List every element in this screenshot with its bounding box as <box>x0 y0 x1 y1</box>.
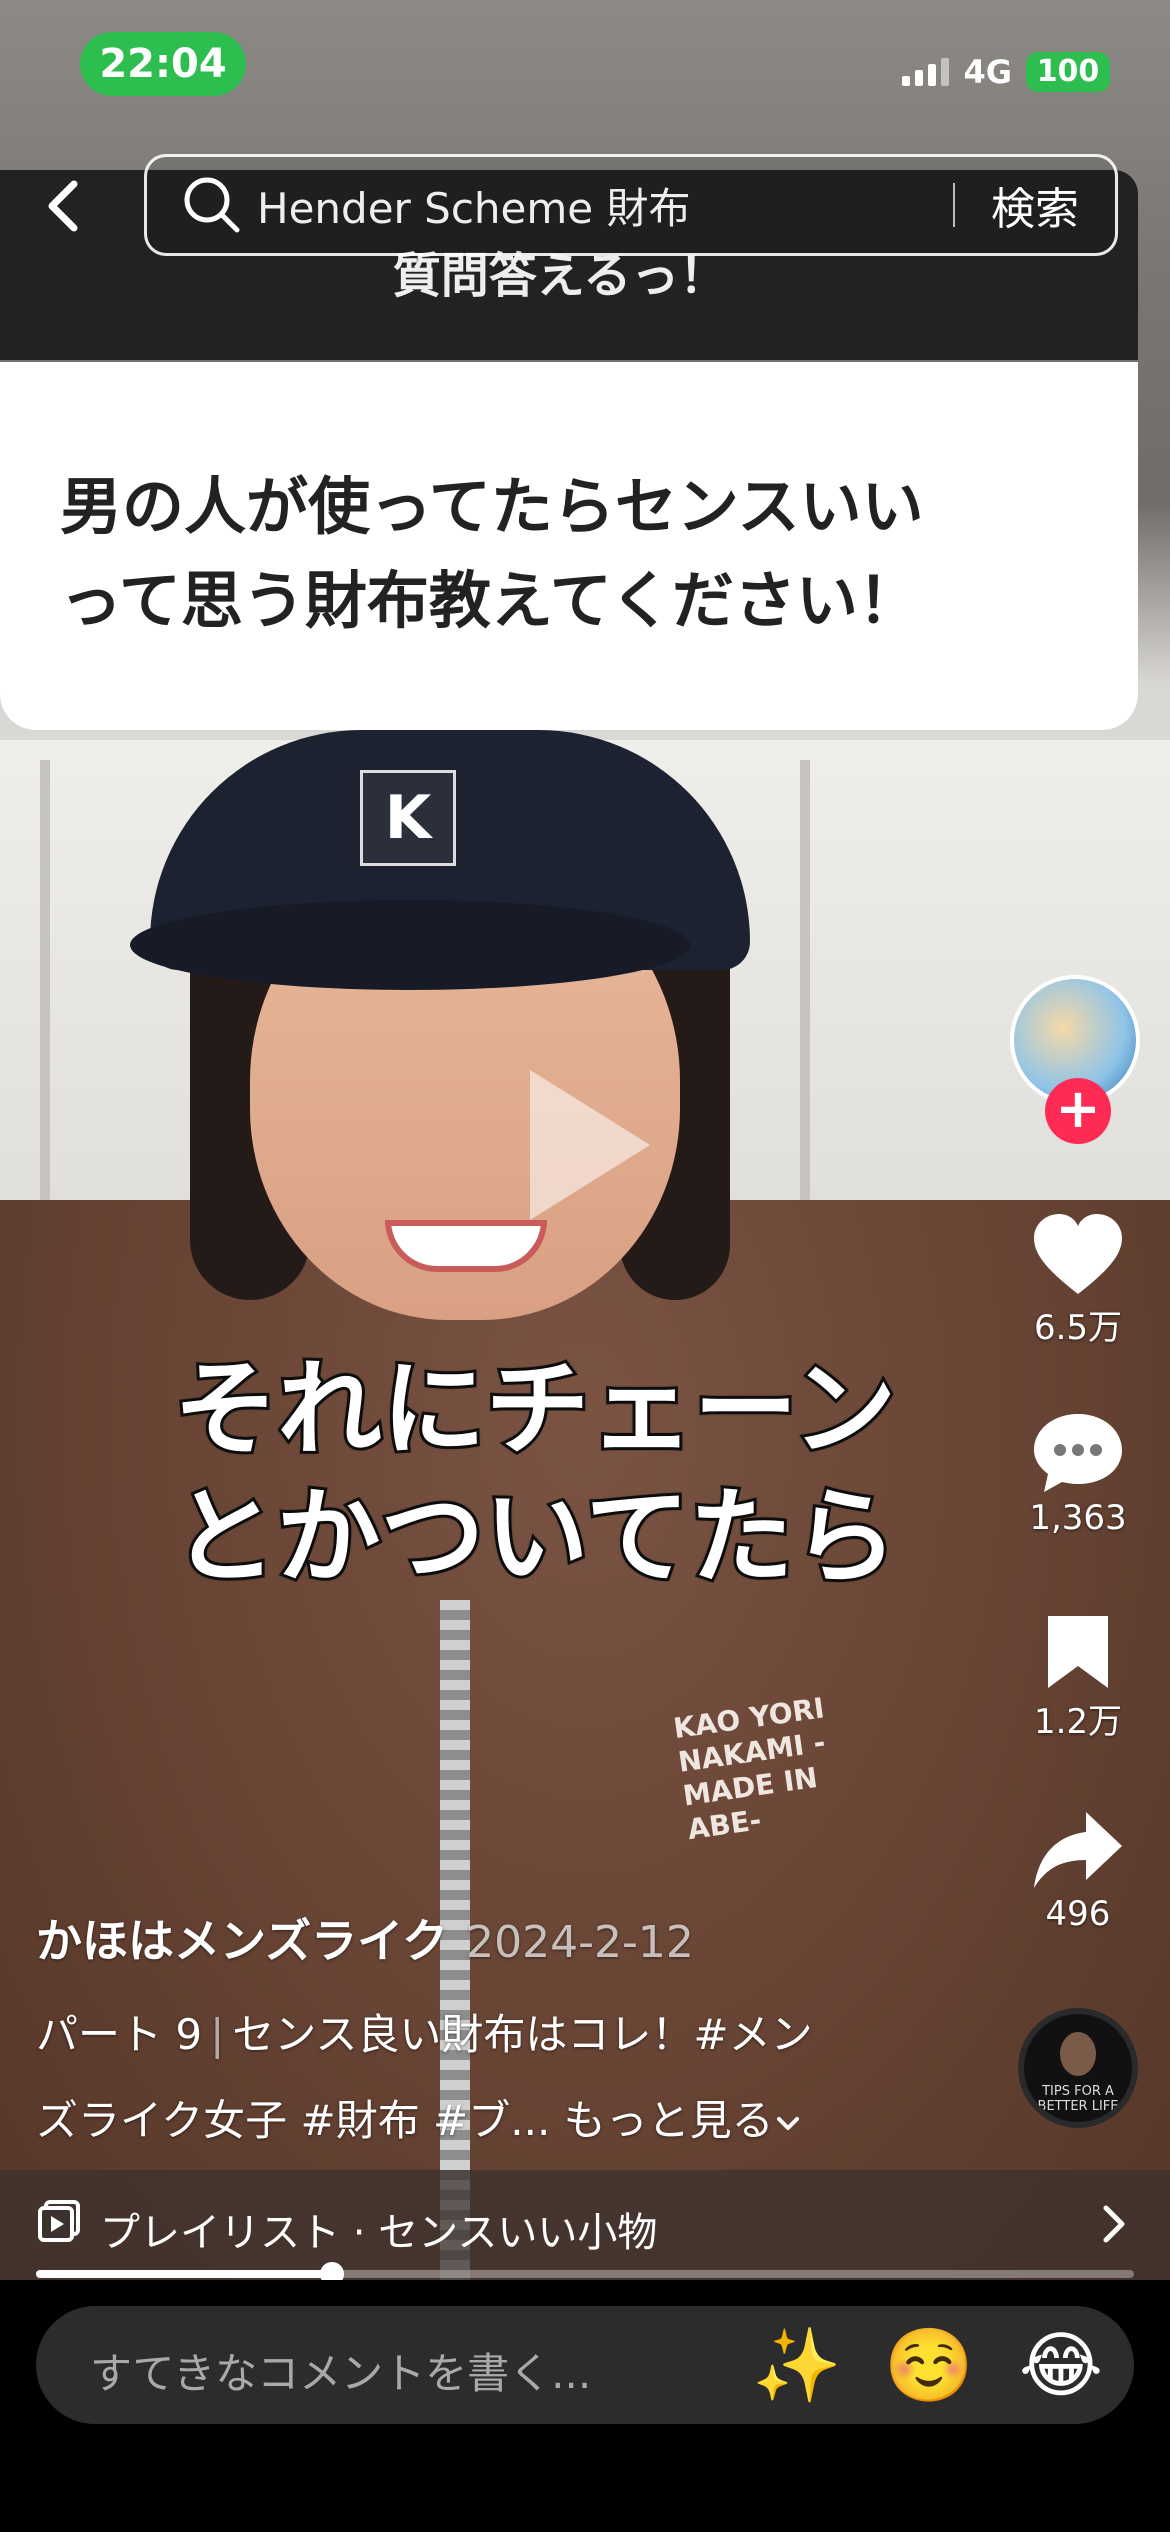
search-icon <box>184 177 240 233</box>
share-arrow-icon <box>1034 1812 1122 1888</box>
bookmark-icon <box>1048 1616 1108 1688</box>
music-disc-label: TIPS FOR A BETTER LIFE <box>1037 2084 1119 2114</box>
post-description[interactable]: パート 9 | センス良い財布はコレ！#メン ズライク女子 #財布 #ブ... もっ… <box>36 1992 936 2164</box>
see-more-link[interactable]: もっと見る <box>564 2096 774 2145</box>
search-bar[interactable]: Hender Scheme 財布 検索 <box>144 154 1118 256</box>
search-button[interactable]: 検索 <box>955 173 1115 237</box>
status-time: 22:04 <box>80 32 246 96</box>
question-card-text: 男の人が使ってたらセンスいい って思う財布教えてください！ <box>60 460 1080 648</box>
share-button[interactable]: 496 <box>1020 1808 1136 1934</box>
like-count: 6.5万 <box>1033 1308 1123 1348</box>
hoodie-print: KAO YORI NAKAMI -MADE IN ABE- <box>671 1691 828 1847</box>
sparkles-emoji-button[interactable]: ✨ <box>752 2320 842 2410</box>
description-separator: | <box>210 2010 225 2059</box>
cap-brim <box>130 900 690 990</box>
cap-logo: K <box>360 770 456 866</box>
share-count: 496 <box>1045 1894 1111 1934</box>
caption-line-2: とかついてたら <box>170 1473 901 1601</box>
chevron-down-icon <box>776 2117 799 2130</box>
post-date: 2024-2-12 <box>466 1917 694 1968</box>
description-line-2: ズライク女子 #財布 #ブ... もっと見る <box>36 2078 936 2164</box>
play-icon[interactable] <box>520 1060 660 1230</box>
post-header: かほはメンズライク 2024-2-12 <box>36 1905 694 1971</box>
description-text: センス良い財布はコレ！#メン <box>232 2010 813 2059</box>
video-caption: それにチェーン とかついてたら <box>0 1345 1070 1601</box>
search-input[interactable]: Hender Scheme 財布 <box>257 175 953 236</box>
playlist-label: プレイリスト · センスいい小物 <box>100 2210 658 2256</box>
progress-fill <box>36 2270 333 2278</box>
network-type: 4G <box>963 53 1012 91</box>
comment-bubble-icon <box>1034 1414 1122 1492</box>
comment-placeholder[interactable]: すてきなコメントを書く... <box>90 2340 591 2401</box>
description-hashtags: ズライク女子 #財布 #ブ... <box>36 2096 551 2145</box>
bookmark-button[interactable]: 1.2万 <box>1020 1612 1136 1743</box>
music-disc[interactable]: TIPS FOR A BETTER LIFE <box>1018 2008 1138 2128</box>
like-button[interactable]: 6.5万 <box>1020 1212 1136 1349</box>
description-part: パート 9 <box>36 2010 203 2059</box>
question-line-2: って思う財布教えてください！ <box>60 564 920 637</box>
disc-portrait <box>1060 2032 1096 2076</box>
status-indicators: 4G 100 <box>902 52 1110 92</box>
playlist-icon <box>38 2200 80 2242</box>
caption-line-1: それにチェーン <box>171 1345 900 1473</box>
comment-button[interactable]: 1,363 <box>1020 1410 1136 1538</box>
comment-count: 1,363 <box>1029 1498 1127 1538</box>
follow-button[interactable]: + <box>1045 1078 1111 1144</box>
smile-emoji-button[interactable]: ☺️ <box>884 2320 974 2410</box>
signal-icon <box>902 58 950 86</box>
chevron-right-icon <box>1103 2205 1125 2243</box>
laugh-emoji-button[interactable]: 😂 <box>1016 2320 1106 2410</box>
description-line-1: パート 9 | センス良い財布はコレ！#メン <box>36 1992 936 2078</box>
back-arrow-icon[interactable] <box>30 170 100 240</box>
bookmark-count: 1.2万 <box>1033 1702 1123 1742</box>
author-name[interactable]: かほはメンズライク <box>36 1905 448 1971</box>
question-line-1: 男の人が使ってたらセンスいい <box>60 470 924 543</box>
video-progress[interactable] <box>36 2262 1134 2286</box>
playlist-bar[interactable]: プレイリスト · センスいい小物 <box>0 2170 1170 2280</box>
heart-icon <box>1034 1214 1122 1294</box>
battery-level: 100 <box>1026 52 1110 92</box>
